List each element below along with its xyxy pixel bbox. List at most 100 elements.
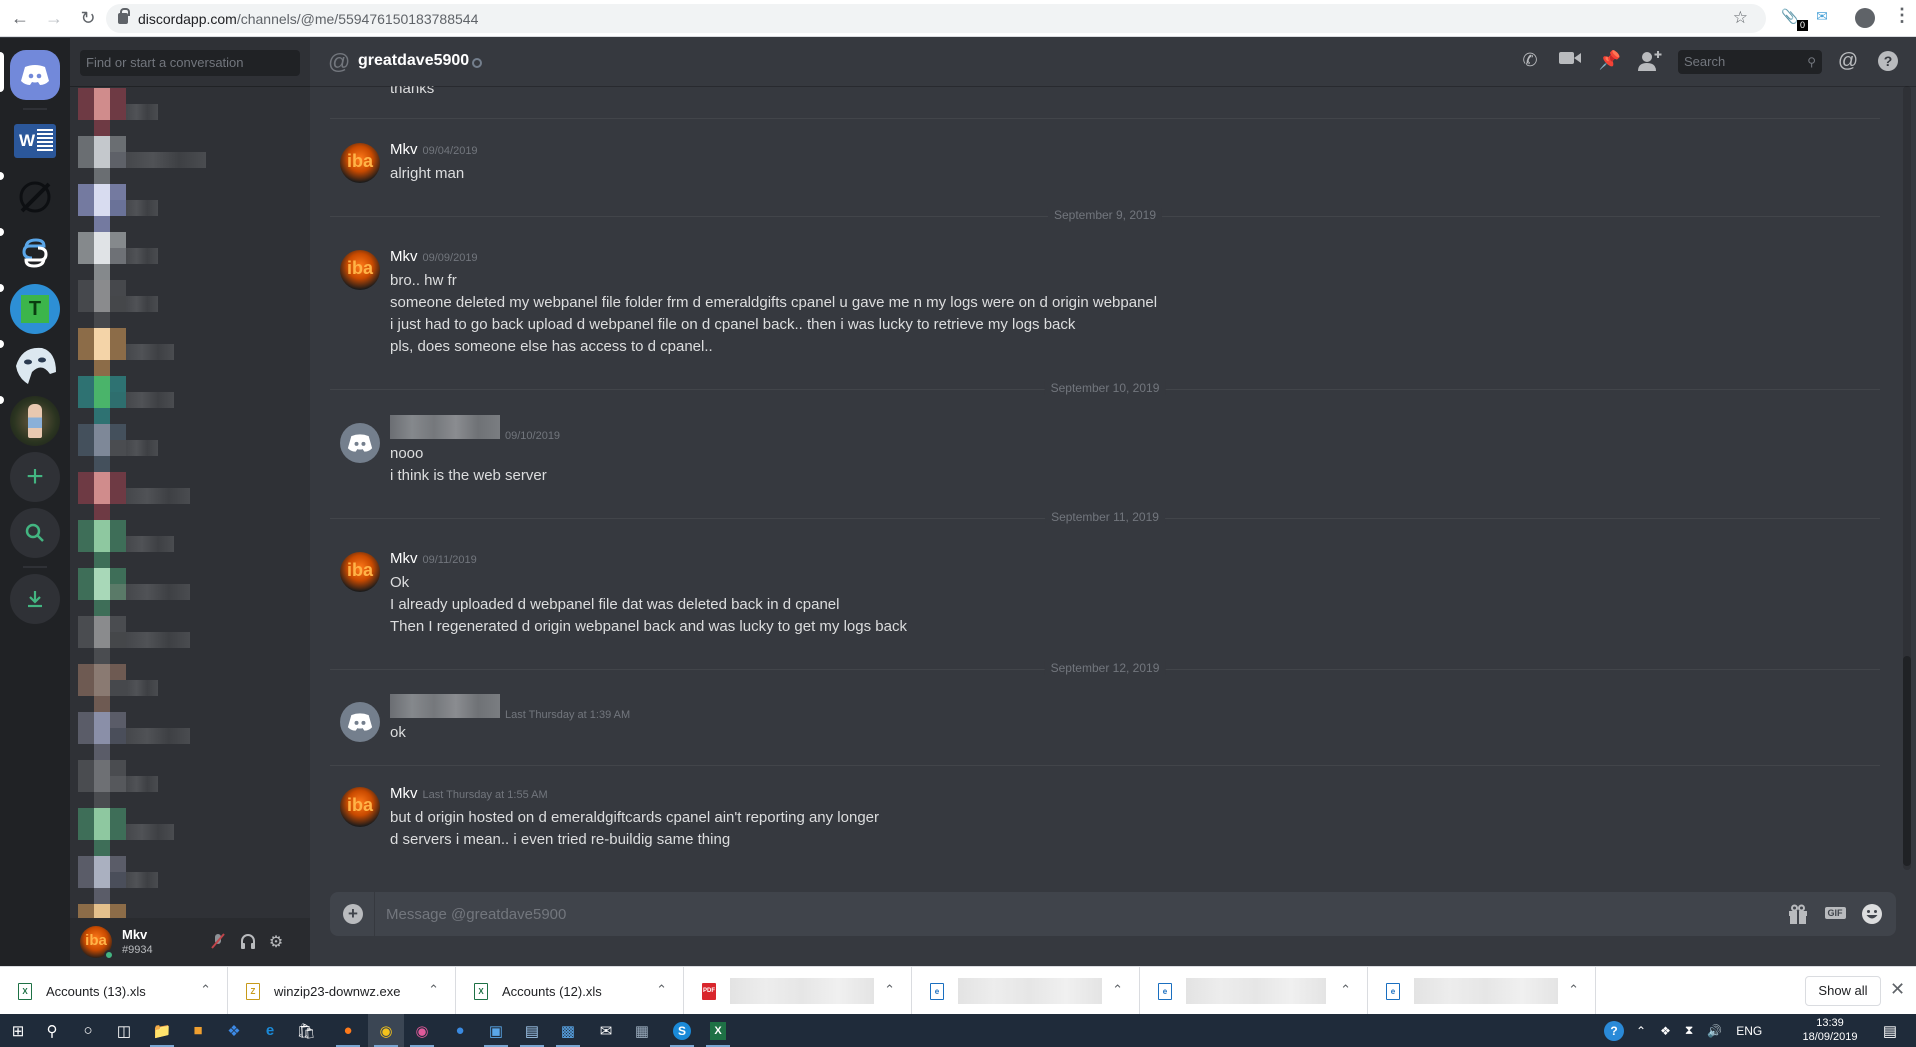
video-call-button[interactable]	[1558, 50, 1582, 74]
dm-item-redacted[interactable]	[78, 568, 302, 616]
dm-item-redacted[interactable]	[78, 616, 302, 664]
help-tray-icon[interactable]: ?	[1604, 1020, 1624, 1041]
chevron-up-icon[interactable]: ⌃	[200, 982, 211, 998]
upload-button[interactable]: +	[343, 904, 363, 924]
taskbar-mail[interactable]: ✉	[588, 1014, 624, 1047]
chevron-up-icon[interactable]: ⌃	[428, 982, 439, 998]
dm-item-redacted[interactable]	[78, 232, 302, 280]
find-conversation-button[interactable]: Find or start a conversation	[80, 50, 300, 76]
start-button[interactable]: ⊞	[0, 1014, 36, 1047]
author-avatar[interactable]: iba	[340, 250, 380, 290]
author-avatar[interactable]: iba	[340, 787, 380, 827]
message-author[interactable]: Mkv	[390, 141, 418, 158]
download-item[interactable]: e ⌃	[1368, 967, 1596, 1015]
system-clock[interactable]: 13:39 18/09/2019	[1800, 1016, 1860, 1044]
download-item[interactable]: X Accounts (12).xls ⌃	[456, 967, 684, 1015]
server-mask[interactable]	[10, 340, 60, 390]
task-view-button[interactable]: ◫	[106, 1014, 142, 1047]
taskbar-notepad[interactable]: ▤	[514, 1014, 550, 1047]
pinned-messages-button[interactable]: 📌	[1598, 50, 1622, 74]
dm-item-redacted[interactable]	[78, 664, 302, 712]
voice-call-button[interactable]: ✆	[1518, 50, 1542, 74]
explore-servers-button[interactable]	[10, 508, 60, 558]
taskbar-file-explorer[interactable]: 📁	[144, 1014, 180, 1047]
taskbar-app[interactable]: ▩	[550, 1014, 586, 1047]
add-friends-to-dm-button[interactable]	[1638, 50, 1662, 74]
profile-avatar-icon[interactable]	[1855, 8, 1875, 28]
taskbar-app[interactable]: ●	[442, 1014, 478, 1047]
reload-button[interactable]: ↻	[74, 4, 102, 32]
author-avatar[interactable]: iba	[340, 552, 380, 592]
author-avatar[interactable]: iba	[340, 143, 380, 183]
dm-item-redacted[interactable]	[78, 424, 302, 472]
download-item[interactable]: e ⌃	[912, 967, 1140, 1015]
volume-icon[interactable]: 🔊	[1707, 1024, 1722, 1038]
taskbar-dropbox[interactable]: ❖	[216, 1014, 252, 1047]
cortana-button[interactable]: ○	[70, 1014, 106, 1047]
mentions-button[interactable]: @	[1836, 50, 1860, 74]
download-item[interactable]: e ⌃	[1140, 967, 1368, 1015]
dm-item-redacted[interactable]	[78, 88, 302, 136]
server-t[interactable]: T	[10, 284, 60, 334]
dm-item-redacted[interactable]	[78, 184, 302, 232]
chevron-up-icon[interactable]: ⌃	[1340, 982, 1351, 998]
dm-item-redacted[interactable]	[78, 328, 302, 376]
download-item[interactable]: X Accounts (13).xls ⌃	[0, 967, 228, 1015]
download-item[interactable]: Z winzip23-downwz.exe ⌃	[228, 967, 456, 1015]
dm-item-redacted[interactable]	[78, 280, 302, 328]
message-author[interactable]: Mkv	[390, 550, 418, 567]
taskbar-app[interactable]: ▦	[624, 1014, 660, 1047]
wifi-icon[interactable]: ⧗	[1685, 1023, 1693, 1038]
taskbar-app[interactable]: ■	[180, 1014, 216, 1047]
forward-button[interactable]: →	[40, 4, 68, 32]
mail-extension-icon[interactable]: ✉	[1812, 8, 1832, 28]
scrollbar-thumb[interactable]	[1903, 656, 1911, 866]
taskbar-chrome[interactable]: ◉	[368, 1014, 404, 1047]
message-author[interactable]: Mkv	[390, 248, 418, 265]
message-author[interactable]: Mkv	[390, 785, 418, 802]
dropbox-tray-icon[interactable]: ❖	[1660, 1024, 1671, 1038]
search-button[interactable]: ⚲	[34, 1014, 70, 1047]
server-link[interactable]	[10, 228, 60, 278]
message-author-redacted[interactable]	[390, 694, 500, 718]
dm-item-redacted[interactable]	[78, 376, 302, 424]
download-apps-button[interactable]	[10, 574, 60, 624]
emoji-button[interactable]	[1860, 903, 1884, 925]
taskbar-edge[interactable]: e	[252, 1014, 288, 1047]
dm-item-redacted[interactable]	[78, 808, 302, 856]
chevron-up-icon[interactable]: ⌃	[884, 982, 895, 998]
taskbar-app[interactable]: ◉	[404, 1014, 440, 1047]
back-button[interactable]: ←	[6, 4, 34, 32]
search-input[interactable]: Search ⚲	[1678, 50, 1822, 74]
dm-item-redacted[interactable]	[78, 136, 302, 184]
server-word[interactable]: W	[10, 116, 60, 166]
taskbar-store[interactable]: 🛍	[288, 1014, 324, 1047]
taskbar-app[interactable]: ▣	[478, 1014, 514, 1047]
chevron-up-icon[interactable]: ⌃	[656, 982, 667, 998]
user-settings-button[interactable]: ⚙	[266, 932, 286, 952]
taskbar-excel[interactable]: X	[700, 1014, 736, 1047]
author-avatar[interactable]	[340, 423, 380, 463]
show-hidden-icons-button[interactable]: ⌃	[1636, 1024, 1646, 1038]
close-shelf-button[interactable]: ✕	[1890, 979, 1905, 1000]
action-center-button[interactable]: ▤	[1872, 1014, 1908, 1047]
deafen-button[interactable]	[238, 932, 258, 952]
server-slash[interactable]	[10, 172, 60, 222]
download-item[interactable]: PDF ⌃	[684, 967, 912, 1015]
browser-menu-icon[interactable]: ⋮	[1893, 5, 1911, 26]
dm-item-redacted[interactable]	[78, 760, 302, 808]
add-server-button[interactable]: +	[10, 452, 60, 502]
dm-item-redacted[interactable]	[78, 856, 302, 904]
dm-item-redacted[interactable]	[78, 472, 302, 520]
author-avatar[interactable]	[340, 702, 380, 742]
message-author-redacted[interactable]	[390, 415, 500, 439]
server-photo[interactable]	[10, 396, 60, 446]
chevron-up-icon[interactable]: ⌃	[1568, 982, 1579, 998]
bookmark-star-icon[interactable]: ☆	[1733, 8, 1748, 28]
help-button[interactable]: ?	[1876, 50, 1900, 74]
message-input[interactable]	[386, 892, 1686, 936]
home-button[interactable]	[10, 50, 60, 100]
taskbar-firefox[interactable]: ●	[330, 1014, 366, 1047]
dm-item-redacted[interactable]	[78, 712, 302, 760]
gif-button[interactable]: GIF	[1822, 903, 1848, 925]
